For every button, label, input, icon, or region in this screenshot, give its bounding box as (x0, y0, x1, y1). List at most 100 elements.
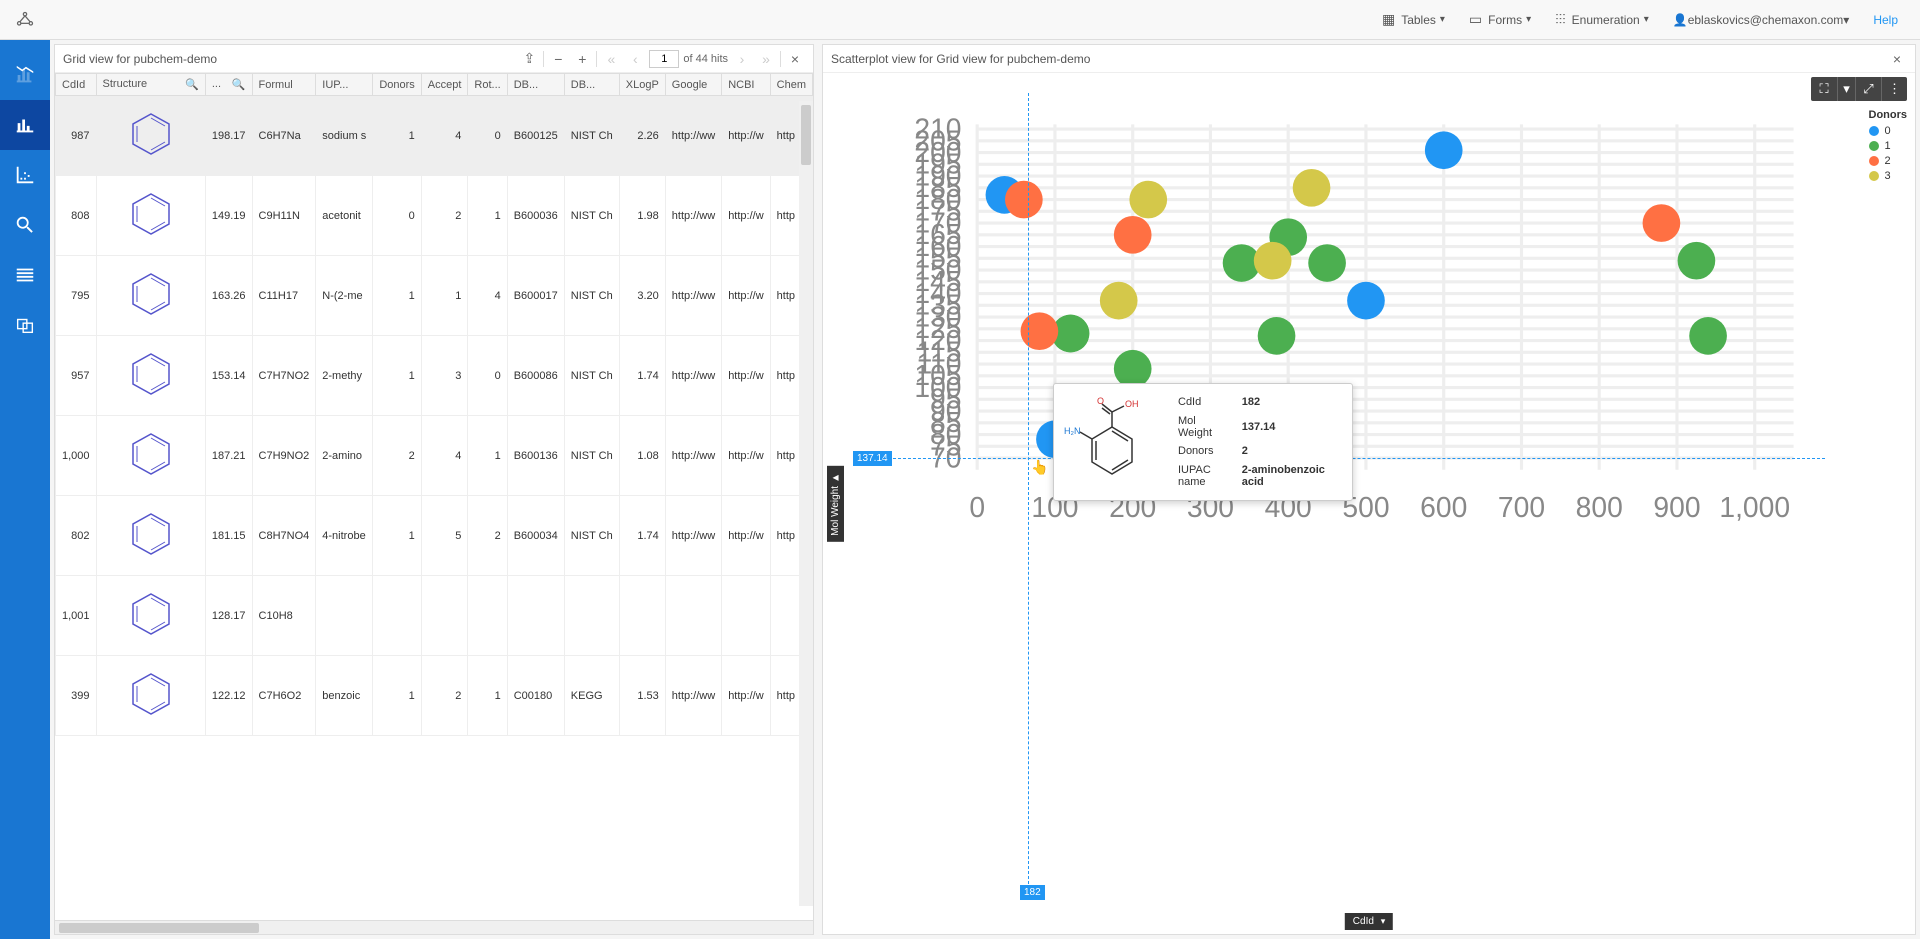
cell: B600086 (507, 336, 564, 416)
cell: B600125 (507, 96, 564, 176)
cell (507, 576, 564, 656)
column-header[interactable]: Formul (252, 74, 316, 96)
data-point[interactable] (1100, 282, 1138, 320)
tables-menu[interactable]: ▦ Tables ▾ (1370, 11, 1457, 28)
cell: 2 (421, 176, 468, 256)
legend-item[interactable]: 2 (1869, 155, 1908, 167)
cell: 128.17 (205, 576, 252, 656)
share-icon[interactable]: ⇪ (519, 49, 539, 69)
page-number-input[interactable] (649, 50, 679, 68)
grid-scroll-area[interactable]: CdIdStructure🔍...🔍FormulIUP...DonorsAcce… (55, 73, 813, 920)
cell: 2-amino (316, 416, 373, 496)
rail-list-icon[interactable] (0, 250, 50, 300)
legend-dot-icon (1869, 141, 1879, 151)
rail-venn-icon[interactable] (0, 300, 50, 350)
y-axis-selector[interactable]: Mol Weight ► (827, 466, 844, 542)
search-icon[interactable]: 🔍 (232, 78, 246, 91)
data-point[interactable] (1678, 242, 1716, 280)
select-tool-icon[interactable]: ⛶ (1811, 77, 1837, 101)
data-point[interactable] (1425, 131, 1463, 169)
column-header[interactable]: DB... (564, 74, 619, 96)
legend-item[interactable]: 1 (1869, 140, 1908, 152)
data-point[interactable] (1347, 282, 1385, 320)
legend-label: 0 (1885, 125, 1891, 137)
column-header[interactable]: IUP... (316, 74, 373, 96)
table-row[interactable]: 795163.26C11H17N-(2-me114B600017NIST Ch3… (56, 256, 813, 336)
table-row[interactable]: 808149.19C9H11Nacetonit021B600036NIST Ch… (56, 176, 813, 256)
svg-text:O: O (1097, 396, 1104, 406)
data-point[interactable] (1308, 244, 1346, 282)
rail-scatter-icon[interactable] (0, 150, 50, 200)
cell: http://ww (665, 96, 721, 176)
more-tool-icon[interactable]: ⋮ (1881, 77, 1907, 101)
column-header[interactable]: DB... (507, 74, 564, 96)
search-icon[interactable]: 🔍 (185, 78, 199, 91)
help-link[interactable]: Help (1861, 13, 1910, 27)
table-row[interactable]: 957153.14C7H7NO22-methy130B600086NIST Ch… (56, 336, 813, 416)
rail-dashboard-icon[interactable] (0, 50, 50, 100)
data-point[interactable] (1114, 350, 1152, 388)
forms-menu[interactable]: ▭ Forms ▾ (1457, 11, 1543, 28)
table-row[interactable]: 1,001128.17C10H8 (56, 576, 813, 656)
data-point[interactable] (1254, 242, 1292, 280)
cell: 1 (373, 336, 421, 416)
legend-item[interactable]: 3 (1869, 170, 1908, 182)
rail-search-icon[interactable] (0, 200, 50, 250)
scatter-plot[interactable]: 7075808590951001051101151201251301351401… (883, 93, 1825, 564)
cell: 2 (468, 496, 507, 576)
column-header[interactable]: CdId (56, 74, 97, 96)
table-row[interactable]: 1,000187.21C7H9NO22-amino241B600136NIST … (56, 416, 813, 496)
data-point[interactable] (1258, 317, 1296, 355)
cell: 153.14 (205, 336, 252, 416)
data-point[interactable] (1021, 312, 1059, 350)
cell: 1.08 (619, 416, 665, 496)
column-header[interactable]: XLogP (619, 74, 665, 96)
column-header[interactable]: Rot... (468, 74, 507, 96)
forms-icon: ▭ (1469, 11, 1482, 28)
legend-dot-icon (1869, 171, 1879, 181)
column-header[interactable]: NCBI (722, 74, 770, 96)
x-axis-selector[interactable]: CdId ▾ (1345, 913, 1393, 930)
first-page-icon[interactable]: « (601, 49, 621, 69)
column-header[interactable]: ...🔍 (205, 74, 252, 96)
fit-tool-icon[interactable]: ⤢ (1855, 77, 1881, 101)
prev-page-icon[interactable]: ‹ (625, 49, 645, 69)
data-point[interactable] (1005, 181, 1043, 219)
svg-text:1,000: 1,000 (1719, 491, 1790, 523)
horizontal-scrollbar[interactable] (55, 920, 813, 934)
data-point[interactable] (1643, 204, 1681, 242)
data-point[interactable] (1114, 216, 1152, 254)
last-page-icon[interactable]: » (756, 49, 776, 69)
data-point[interactable] (1689, 317, 1727, 355)
close-icon[interactable]: × (1887, 49, 1907, 69)
plot-area[interactable]: Mol Weight ► 707580859095100105110115120… (823, 73, 1915, 934)
data-point[interactable] (1293, 169, 1331, 207)
next-page-icon[interactable]: › (732, 49, 752, 69)
legend-item[interactable]: 0 (1869, 125, 1908, 137)
column-header[interactable]: Structure🔍 (96, 74, 205, 96)
user-menu[interactable]: 👤 eblaskovics@chemaxon.com ▾ (1661, 13, 1862, 27)
cell: 2 (421, 656, 468, 736)
cell (96, 176, 205, 256)
close-icon[interactable]: × (785, 49, 805, 69)
svg-text:OH: OH (1125, 399, 1139, 409)
column-header[interactable]: Accept (421, 74, 468, 96)
column-header[interactable]: Donors (373, 74, 421, 96)
cell (96, 576, 205, 656)
column-header[interactable]: Chem (770, 74, 812, 96)
zoom-out-icon[interactable]: − (548, 49, 568, 69)
enumeration-menu[interactable]: ⫶⫶⫶ Enumeration ▾ (1543, 11, 1661, 28)
zoom-in-icon[interactable]: + (572, 49, 592, 69)
table-row[interactable]: 987198.17C6H7Nasodium s140B600125NIST Ch… (56, 96, 813, 176)
table-row[interactable]: 802181.15C8H7NO44-nitrobe152B600034NIST … (56, 496, 813, 576)
data-point[interactable] (1129, 181, 1167, 219)
column-header[interactable]: Google (665, 74, 721, 96)
table-row[interactable]: 399122.12C7H6O2benzoic121C00180KEGG1.53h… (56, 656, 813, 736)
select-tool-dropdown[interactable]: ▾ (1837, 77, 1855, 101)
cell: 122.12 (205, 656, 252, 736)
vertical-scrollbar[interactable] (799, 101, 813, 906)
rail-chart-icon[interactable] (0, 100, 50, 150)
tooltip-value: 137.14 (1238, 412, 1342, 441)
cell: C6H7Na (252, 96, 316, 176)
crosshair-horizontal (883, 458, 1825, 459)
